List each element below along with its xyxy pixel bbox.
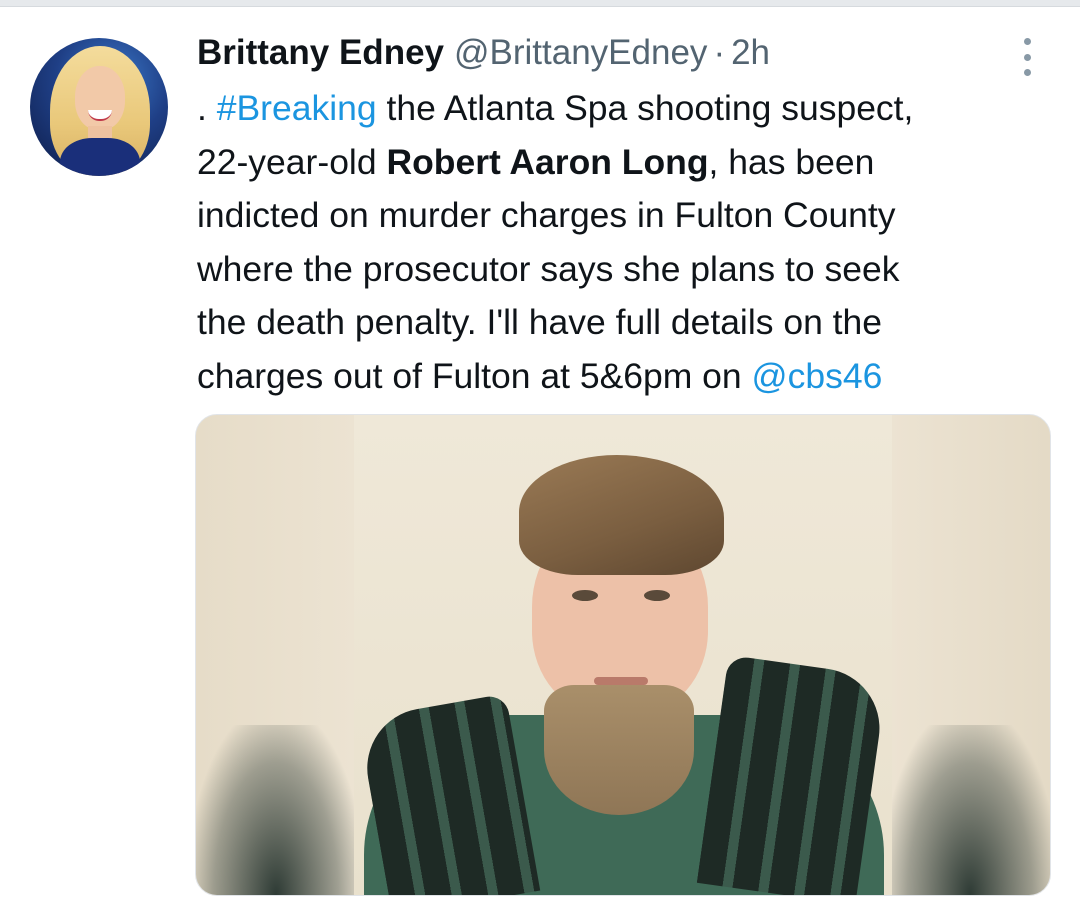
tweet-media-photo[interactable] xyxy=(195,414,1051,896)
more-dot xyxy=(1023,38,1031,45)
more-vertical-icon[interactable] xyxy=(1018,38,1036,76)
more-dot xyxy=(1023,69,1031,76)
hashtag-link[interactable]: #Breaking xyxy=(217,88,377,128)
tweet-text-part: . xyxy=(197,88,217,128)
mugshot-photo xyxy=(354,415,892,895)
suspect-name: Robert Aaron Long xyxy=(386,141,709,182)
more-dot xyxy=(1023,53,1031,61)
author-display-name[interactable]: Brittany Edney xyxy=(197,33,444,73)
photo-hair xyxy=(519,455,724,575)
tweet-timestamp[interactable]: 2h xyxy=(731,33,770,73)
photo-blur-fill-right xyxy=(890,415,1050,895)
author-handle[interactable]: @BrittanyEdney xyxy=(454,33,707,73)
tweet[interactable]: Brittany Edney @BrittanyEdney · 2h . #Br… xyxy=(0,0,1080,913)
tweet-text: . #Breaking the Atlanta Spa shooting sus… xyxy=(197,82,1037,403)
tweet-header: Brittany Edney @BrittanyEdney · 2h xyxy=(197,33,770,77)
header-separator: · xyxy=(713,33,726,72)
photo-eye-left xyxy=(572,590,598,601)
photo-vest-right xyxy=(696,654,888,895)
photo-beard xyxy=(544,685,694,815)
avatar-dress xyxy=(60,138,140,176)
mention-link[interactable]: @cbs46 xyxy=(752,356,883,396)
photo-blur-fill-left xyxy=(196,415,356,895)
photo-eye-right xyxy=(644,590,670,601)
photo-mouth xyxy=(594,677,648,685)
author-avatar[interactable] xyxy=(30,38,168,176)
